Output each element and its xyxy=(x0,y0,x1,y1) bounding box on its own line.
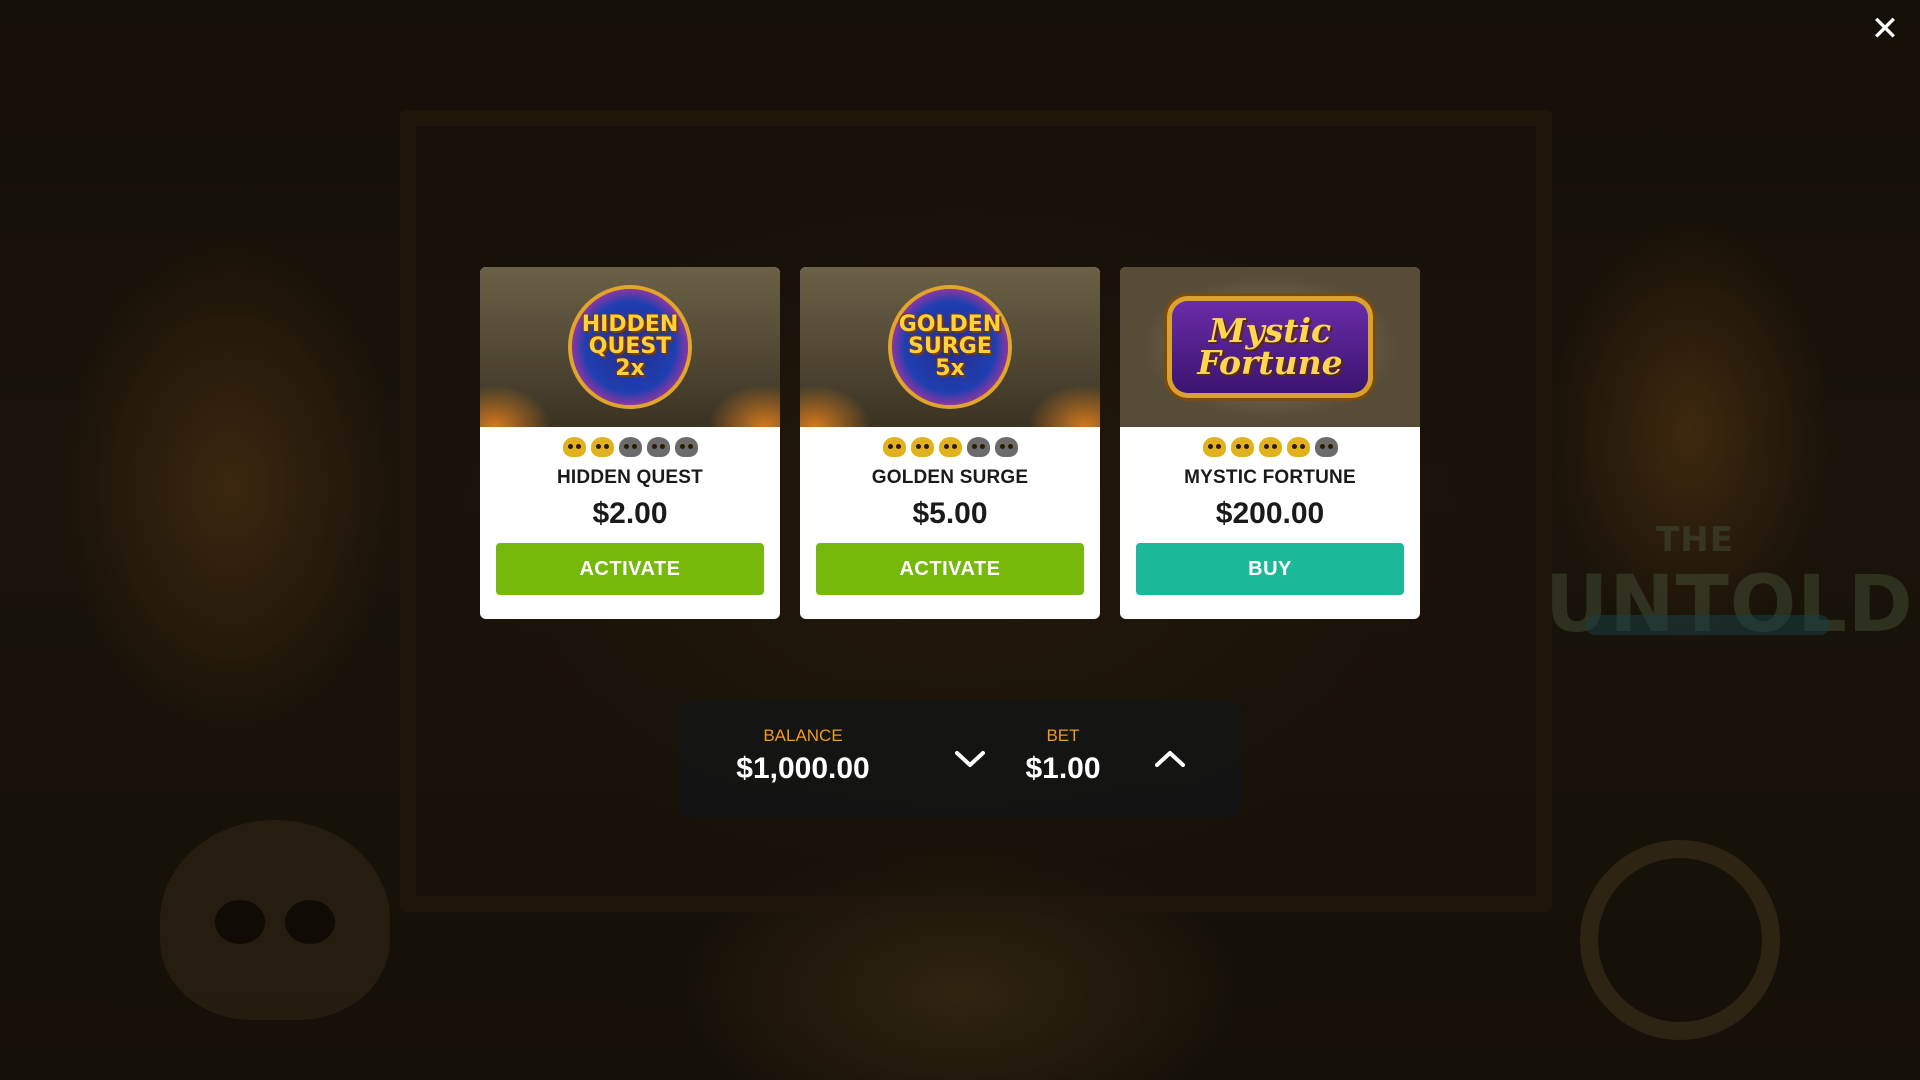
offer-title: GOLDEN SURGE xyxy=(871,467,1029,488)
skull-icon xyxy=(1314,437,1338,457)
offer-price: $2.00 xyxy=(592,497,668,530)
chevron-up-icon[interactable] xyxy=(1152,744,1188,774)
hidden-quest-badge-icon: HIDDEN QUEST 2x xyxy=(572,289,688,405)
volatility-rating xyxy=(882,437,1018,459)
offer-card-golden-surge: GOLDEN SURGE 5x GOLDEN SURGE $5.00 ACTIV… xyxy=(800,267,1100,619)
feature-offers: HIDDEN QUEST 2x HIDDEN QUEST $2.00 ACTIV… xyxy=(480,267,1420,619)
mystic-fortune-plaque-icon: Mystic Fortune xyxy=(1172,301,1368,393)
activate-button[interactable]: ACTIVATE xyxy=(816,543,1084,595)
skull-icon xyxy=(646,437,670,457)
skull-icon xyxy=(966,437,990,457)
balance-label: BALANCE xyxy=(763,726,843,745)
golden-surge-badge-icon: GOLDEN SURGE 5x xyxy=(892,289,1008,405)
skull-icon xyxy=(1202,437,1226,457)
offer-price: $5.00 xyxy=(912,497,988,530)
offer-card-mystic-fortune: Mystic Fortune MYSTIC FORTUNE $200.00 BU… xyxy=(1120,267,1420,619)
offer-image: GOLDEN SURGE 5x xyxy=(800,267,1100,427)
skull-icon xyxy=(994,437,1018,457)
skull-icon xyxy=(910,437,934,457)
bet-panel: BALANCE $1,000.00 BET $1.00 xyxy=(678,700,1242,818)
volatility-rating xyxy=(1202,437,1338,459)
skull-icon xyxy=(882,437,906,457)
skull-icon xyxy=(938,437,962,457)
activate-button[interactable]: ACTIVATE xyxy=(496,543,764,595)
skull-icon xyxy=(618,437,642,457)
bet-display: BET $1.00 xyxy=(1008,726,1118,786)
offer-price: $200.00 xyxy=(1215,497,1325,530)
skull-icon xyxy=(1258,437,1282,457)
offer-title: MYSTIC FORTUNE xyxy=(1184,467,1356,488)
badge-text: GOLDEN SURGE 5x xyxy=(898,312,1002,381)
offer-image: HIDDEN QUEST 2x xyxy=(480,267,780,427)
balance-display: BALANCE $1,000.00 xyxy=(723,726,883,786)
bet-label: BET xyxy=(1046,726,1080,745)
skull-icon xyxy=(674,437,698,457)
chevron-down-icon[interactable] xyxy=(952,744,988,774)
bet-value: $1.00 xyxy=(1025,752,1101,785)
close-icon[interactable]: ✕ xyxy=(1868,12,1902,46)
skull-icon xyxy=(1286,437,1310,457)
skull-icon xyxy=(1230,437,1254,457)
offer-title: HIDDEN QUEST xyxy=(557,467,703,488)
skull-icon xyxy=(562,437,586,457)
offer-card-hidden-quest: HIDDEN QUEST 2x HIDDEN QUEST $2.00 ACTIV… xyxy=(480,267,780,619)
volatility-rating xyxy=(562,437,698,459)
badge-text: HIDDEN QUEST 2x xyxy=(581,312,679,381)
plaque-text: Mystic Fortune xyxy=(1197,311,1343,382)
buy-button[interactable]: BUY xyxy=(1136,543,1404,595)
balance-value: $1,000.00 xyxy=(736,752,870,785)
offer-image: Mystic Fortune xyxy=(1120,267,1420,427)
skull-icon xyxy=(590,437,614,457)
